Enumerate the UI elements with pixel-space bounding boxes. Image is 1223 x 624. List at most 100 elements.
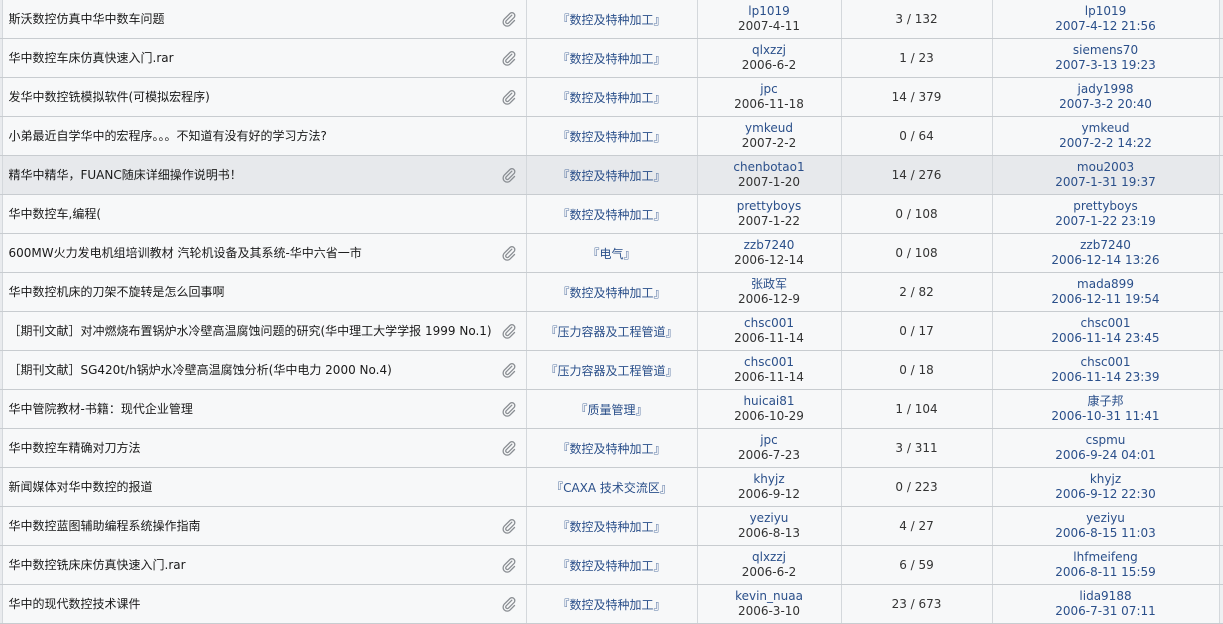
last-poster-link[interactable]: siemens70 (993, 43, 1219, 58)
forum-link[interactable]: 『压力容器及工程管道』 (545, 325, 677, 339)
scrollbar-edge[interactable] (1218, 506, 1223, 546)
forum-link[interactable]: 『数控及特种加工』 (557, 442, 665, 456)
last-poster-link[interactable]: cspmu (993, 433, 1219, 448)
last-poster-link[interactable]: mada899 (993, 277, 1219, 292)
author-link[interactable]: qlxzzj (698, 550, 841, 565)
author-link[interactable]: 张政军 (698, 277, 841, 292)
forum-link[interactable]: 『数控及特种加工』 (557, 286, 665, 300)
scrollbar-edge[interactable] (1218, 428, 1223, 468)
scrollbar-edge[interactable] (1218, 467, 1223, 507)
forum-cell: 『CAXA 技术交流区』 (525, 467, 697, 507)
last-post-time-link[interactable]: 2007-1-22 23:19 (993, 214, 1219, 229)
thread-title-link[interactable]: 华中数控车精确对刀方法 (9, 440, 526, 456)
last-post-time-link[interactable]: 2007-2-2 14:22 (993, 136, 1219, 151)
forum-link[interactable]: 『数控及特种加工』 (557, 559, 665, 573)
thread-title-link[interactable]: 华中数控铣床床仿真快速入门.rar (9, 557, 526, 573)
scrollbar-edge[interactable] (1218, 194, 1223, 234)
last-post-time-link[interactable]: 2006-12-14 13:26 (993, 253, 1219, 268)
scrollbar-edge[interactable] (1218, 350, 1223, 390)
last-post-time-link[interactable]: 2007-3-13 19:23 (993, 58, 1219, 73)
author-link[interactable]: chenbotao1 (698, 160, 841, 175)
thread-title-link[interactable]: ［期刊文献］对冲燃烧布置锅炉水冷壁高温腐蚀问题的研究(华中理工大学学报 1999… (9, 323, 526, 339)
last-post-time-link[interactable]: 2007-3-2 20:40 (993, 97, 1219, 112)
forum-link[interactable]: 『数控及特种加工』 (557, 520, 665, 534)
author-link[interactable]: huicai81 (698, 394, 841, 409)
thread-title-link[interactable]: 新闻媒体对华中数控的报道 (9, 479, 526, 495)
thread-title-link[interactable]: 华中管院教材-书籍：现代企业管理 (9, 401, 526, 417)
thread-title-link[interactable]: 华中数控车,编程( (9, 206, 526, 222)
last-post-time-link[interactable]: 2007-4-12 21:56 (993, 19, 1219, 34)
last-poster-link[interactable]: jady1998 (993, 82, 1219, 97)
last-poster-link[interactable]: ymkeud (993, 121, 1219, 136)
scrollbar-edge[interactable] (1218, 116, 1223, 156)
last-post-time-link[interactable]: 2006-12-11 19:54 (993, 292, 1219, 307)
thread-title-link[interactable]: 600MW火力发电机组培训教材 汽轮机设备及其系统-华中六省一市 (9, 245, 526, 261)
thread-title-link[interactable]: 精华中精华，FUANC随床详细操作说明书！ (9, 167, 526, 183)
author-link[interactable]: zzb7240 (698, 238, 841, 253)
scrollbar-edge[interactable] (1218, 545, 1223, 585)
forum-link[interactable]: 『CAXA 技术交流区』 (551, 481, 672, 495)
thread-title-link[interactable]: 斯沃数控仿真中华中数车问题 (9, 11, 526, 27)
paperclip-icon (501, 596, 517, 612)
scrollbar-edge[interactable] (1218, 155, 1223, 195)
author-link[interactable]: ymkeud (698, 121, 841, 136)
author-link[interactable]: chsc001 (698, 355, 841, 370)
author-link[interactable]: kevin_nuaa (698, 589, 841, 604)
thread-title-link[interactable]: 华中的现代数控技术课件 (9, 596, 526, 612)
scrollbar-edge[interactable] (1218, 77, 1223, 117)
scrollbar-edge[interactable] (1218, 233, 1223, 273)
scrollbar-edge[interactable] (1218, 38, 1223, 78)
forum-link[interactable]: 『数控及特种加工』 (557, 208, 665, 222)
last-poster-link[interactable]: zzb7240 (993, 238, 1219, 253)
forum-link[interactable]: 『电气』 (587, 247, 635, 261)
last-post-time-link[interactable]: 2006-8-11 15:59 (993, 565, 1219, 580)
forum-link[interactable]: 『数控及特种加工』 (557, 169, 665, 183)
last-poster-link[interactable]: mou2003 (993, 160, 1219, 175)
scrollbar-edge[interactable] (1218, 389, 1223, 429)
author-link[interactable]: yeziyu (698, 511, 841, 526)
author-link[interactable]: khyjz (698, 472, 841, 487)
author-link[interactable]: prettyboys (698, 199, 841, 214)
replies-views: 2 / 82 (840, 272, 992, 312)
last-poster-link[interactable]: khyjz (993, 472, 1219, 487)
last-poster-link[interactable]: lida9188 (993, 589, 1219, 604)
forum-link[interactable]: 『压力容器及工程管道』 (545, 364, 677, 378)
scrollbar-edge[interactable] (1218, 311, 1223, 351)
scrollbar-edge[interactable] (1218, 272, 1223, 312)
author-link[interactable]: jpc (698, 433, 841, 448)
last-poster-link[interactable]: lhfmeifeng (993, 550, 1219, 565)
forum-link[interactable]: 『数控及特种加工』 (557, 130, 665, 144)
thread-title-link[interactable]: 华中数控机床的刀架不旋转是怎么回事啊 (9, 284, 526, 300)
last-post-time-link[interactable]: 2006-7-31 07:11 (993, 604, 1219, 619)
last-poster-link[interactable]: yeziyu (993, 511, 1219, 526)
last-post-time-link[interactable]: 2006-11-14 23:39 (993, 370, 1219, 385)
author-link[interactable]: chsc001 (698, 316, 841, 331)
last-poster-link[interactable]: chsc001 (993, 355, 1219, 370)
author-link[interactable]: qlxzzj (698, 43, 841, 58)
forum-link[interactable]: 『数控及特种加工』 (557, 52, 665, 66)
author-link[interactable]: jpc (698, 82, 841, 97)
last-poster-link[interactable]: lp1019 (993, 4, 1219, 19)
forum-link[interactable]: 『数控及特种加工』 (557, 91, 665, 105)
forum-cell: 『压力容器及工程管道』 (525, 350, 697, 390)
last-post-time-link[interactable]: 2006-11-14 23:45 (993, 331, 1219, 346)
thread-title-link[interactable]: 发华中数控铣模拟软件(可模拟宏程序) (9, 89, 526, 105)
scrollbar-edge[interactable] (1218, 584, 1223, 624)
thread-title-link[interactable]: 华中数控蓝图辅助编程系统操作指南 (9, 518, 526, 534)
thread-title-link[interactable]: 华中数控车床仿真快速入门.rar (9, 50, 526, 66)
last-poster-link[interactable]: 康子邦 (993, 394, 1219, 409)
last-poster-link[interactable]: chsc001 (993, 316, 1219, 331)
last-post-time-link[interactable]: 2006-9-12 22:30 (993, 487, 1219, 502)
last-post-time-link[interactable]: 2007-1-31 19:37 (993, 175, 1219, 190)
scrollbar-edge[interactable] (1218, 0, 1223, 39)
last-poster-link[interactable]: prettyboys (993, 199, 1219, 214)
last-post-time-link[interactable]: 2006-10-31 11:41 (993, 409, 1219, 424)
last-post-time-link[interactable]: 2006-9-24 04:01 (993, 448, 1219, 463)
forum-link[interactable]: 『数控及特种加工』 (557, 598, 665, 612)
last-post-time-link[interactable]: 2006-8-15 11:03 (993, 526, 1219, 541)
forum-link[interactable]: 『质量管理』 (575, 403, 647, 417)
author-link[interactable]: lp1019 (698, 4, 841, 19)
thread-title-link[interactable]: ［期刊文献］SG420t/h锅炉水冷壁高温腐蚀分析(华中电力 2000 No.4… (9, 362, 526, 378)
forum-link[interactable]: 『数控及特种加工』 (557, 13, 665, 27)
thread-title-link[interactable]: 小弟最近自学华中的宏程序。。。不知道有没有好的学习方法? (9, 128, 526, 144)
